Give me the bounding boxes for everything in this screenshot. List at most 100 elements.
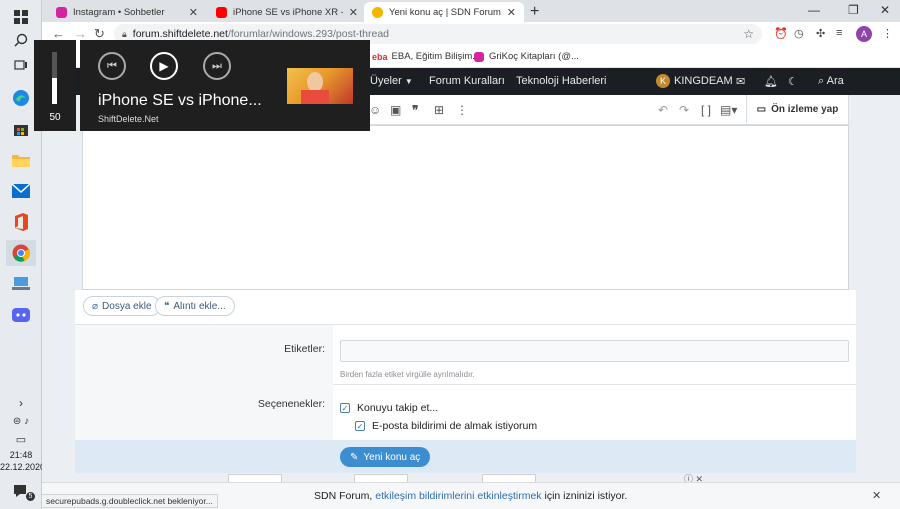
play-icon[interactable]: ▶︎: [150, 52, 178, 80]
close-icon[interactable]: ✕: [507, 6, 516, 19]
new-tab-icon[interactable]: +: [530, 3, 539, 21]
options-label: Seçenenekler:: [257, 398, 325, 410]
eba-logo-icon: eba: [372, 51, 388, 62]
tab-title: Instagram • Sohbetler: [73, 6, 165, 18]
pc-app-icon[interactable]: [6, 271, 36, 297]
site-search-label: Ara: [826, 75, 844, 87]
task-view-icon[interactable]: [6, 52, 36, 78]
drafts-icon[interactable]: ▤▾: [720, 103, 737, 117]
more-options-icon[interactable]: ⋮: [456, 103, 468, 117]
insert-quote-button[interactable]: ❝ Alıntı ekle...: [155, 296, 235, 316]
nav-tech-news[interactable]: Teknoloji Haberleri: [516, 75, 607, 87]
paperclip-icon: ⌀: [92, 300, 99, 312]
volume-slider[interactable]: [52, 52, 57, 104]
volume-flyout: 50: [34, 40, 76, 131]
address-host: forum.shiftdelete.net: [132, 28, 228, 40]
preview-icon: ▭: [756, 103, 767, 115]
tab-instagram[interactable]: Instagram • Sohbetler ✕: [48, 2, 206, 22]
volume-level: [52, 78, 57, 104]
mail-icon[interactable]: [6, 178, 36, 204]
nav-members[interactable]: Üyeler ▼: [370, 75, 413, 87]
tab-sdn-forum[interactable]: Yeni konu aç | SDN Forum ✕: [364, 2, 524, 22]
notification-link[interactable]: etkileşim bildirimlerini etkinleştirmek: [375, 490, 541, 502]
ad-placeholder: [482, 474, 536, 482]
media-controls-flyout: ⏮︎ ▶︎ ⏭︎ iPhone SE vs iPhone... ShiftDel…: [80, 40, 370, 131]
user-menu[interactable]: K KINGDEAM: [656, 74, 733, 88]
emoji-icon[interactable]: ☺: [369, 103, 381, 117]
sdn-icon: [372, 6, 383, 18]
quote-icon[interactable]: ❞: [412, 103, 418, 117]
status-bubble: securepubads.g.doubleclick.net bekleniyo…: [42, 494, 218, 508]
profile-avatar[interactable]: A: [856, 26, 872, 42]
action-center-icon[interactable]: 5: [6, 478, 36, 504]
caret-down-icon: ▼: [404, 77, 413, 86]
username: KINGDEAM: [674, 74, 733, 87]
add-file-button[interactable]: ⌀ Dosya ekle: [83, 296, 161, 316]
restore-icon[interactable]: ❐: [848, 3, 859, 17]
preview-label: Ön izleme yap: [771, 103, 839, 115]
undo-icon[interactable]: ↶: [658, 103, 668, 117]
minimize-icon[interactable]: —: [808, 3, 820, 17]
previous-track-icon[interactable]: ⏮︎: [98, 52, 126, 80]
media-title: iPhone SE vs iPhone...: [98, 92, 262, 109]
extensions-puzzle-icon[interactable]: ✣: [816, 27, 825, 40]
preview-button[interactable]: ▭ Ön izleme yap: [746, 95, 848, 123]
next-track-icon[interactable]: ⏭︎: [203, 52, 231, 80]
bell-icon[interactable]: 🔔︎: [764, 75, 778, 88]
media-queue-icon[interactable]: ≡: [836, 27, 842, 39]
tags-input[interactable]: [340, 340, 849, 362]
user-avatar: K: [656, 74, 670, 88]
create-thread-button[interactable]: ✎ Yeni konu aç: [340, 447, 431, 467]
message-editor[interactable]: [82, 125, 849, 290]
youtube-icon: [216, 6, 227, 18]
follow-thread-label: Konuyu takip et...: [357, 402, 439, 414]
close-icon[interactable]: ✕: [872, 489, 881, 502]
microsoft-store-icon[interactable]: [6, 116, 36, 142]
back-icon[interactable]: ←: [52, 26, 65, 41]
inbox-icon[interactable]: ✉: [736, 75, 745, 88]
media-icon[interactable]: ▣: [390, 103, 401, 117]
bookmark-eba[interactable]: eba EBA, Eğitim Bilişim...: [372, 51, 480, 62]
notification-count-badge: 5: [26, 492, 35, 501]
video-thumbnail: [287, 68, 353, 104]
nav-rules[interactable]: Forum Kuralları: [429, 75, 505, 87]
add-file-label: Dosya ekle: [102, 300, 152, 312]
edge-browser-icon[interactable]: [6, 85, 36, 111]
table-icon[interactable]: ⊞: [434, 103, 444, 117]
form-label-column: Etiketler: Seçenenekler:: [75, 325, 333, 440]
fullscreen-icon[interactable]: [ ]: [701, 103, 711, 117]
close-icon[interactable]: ✕: [349, 6, 358, 19]
site-search[interactable]: ⌕ Ara: [818, 75, 844, 88]
lock-icon: 🔒︎: [122, 28, 127, 39]
close-icon[interactable]: ✕: [189, 6, 198, 19]
file-explorer-icon[interactable]: [6, 147, 36, 173]
display-icon[interactable]: ▭: [6, 426, 36, 452]
checkbox-checked-icon: ✓: [355, 421, 365, 431]
bookmark-grikoc[interactable]: GriKoç Kitapları (@...: [474, 51, 579, 62]
redo-icon[interactable]: ↷: [679, 103, 689, 117]
tags-hint: Birden fazla etiket virgülle ayrılmalıdı…: [340, 370, 475, 379]
search-icon: ⌕: [818, 75, 825, 87]
email-notify-checkbox[interactable]: ✓ E-posta bildirimi de almak istiyorum: [355, 420, 537, 432]
notification-text: SDN Forum, etkileşim bildirimlerini etki…: [314, 490, 627, 502]
clock-date[interactable]: 22.12.2020: [0, 462, 45, 472]
close-window-icon[interactable]: ✕: [880, 3, 890, 17]
clock-time[interactable]: 21:48: [0, 450, 42, 460]
tab-strip: Instagram • Sohbetler ✕ iPhone SE vs iPh…: [42, 0, 900, 22]
bookmark-star-icon[interactable]: ☆: [743, 27, 754, 41]
edit-icon: ✎: [350, 451, 359, 463]
office-icon[interactable]: [6, 209, 36, 235]
menu-kebab-icon[interactable]: ⋮: [882, 27, 893, 40]
bookmark-label: GriKoç Kitapları (@...: [489, 51, 579, 62]
chrome-icon[interactable]: [6, 240, 36, 266]
alarm-extension-icon[interactable]: ⏰: [774, 27, 788, 40]
moon-icon[interactable]: ☾: [788, 75, 798, 88]
forward-icon[interactable]: →: [74, 26, 87, 41]
tab-youtube[interactable]: iPhone SE vs iPhone XR - Eski, ye ✕: [208, 2, 366, 22]
discord-icon[interactable]: [6, 302, 36, 328]
search-icon[interactable]: [6, 27, 36, 53]
notification-prefix: SDN Forum,: [314, 490, 373, 502]
address-path: /forumlar/windows.293/post-thread: [227, 28, 390, 40]
follow-thread-checkbox[interactable]: ✓ Konuyu takip et...: [340, 402, 438, 414]
clock-extension-icon[interactable]: ◷: [794, 27, 804, 40]
